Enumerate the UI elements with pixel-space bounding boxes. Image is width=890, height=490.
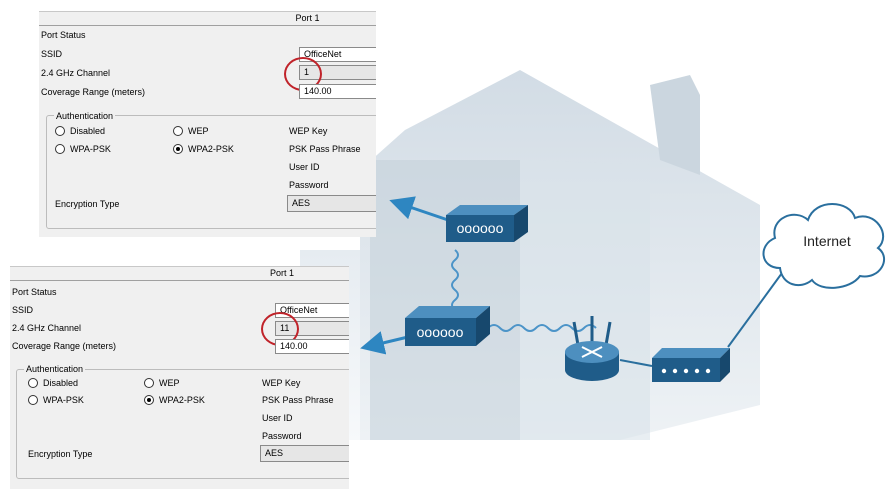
coverage-input[interactable]: 140.00 (275, 339, 349, 354)
encryption-type-label: Encryption Type (55, 199, 120, 209)
radio-disabled[interactable] (55, 126, 65, 136)
ssid-label: SSID (12, 305, 34, 315)
encryption-type-label: Encryption Type (28, 449, 93, 459)
user-id-label: User ID (289, 162, 320, 172)
user-id-label: User ID (262, 413, 293, 423)
wep-label: WEP (188, 126, 209, 136)
channel-label: 2.4 GHz Channel (41, 68, 111, 78)
access-point-1-icon: oooooo (446, 205, 528, 242)
svg-text:oooooo: oooooo (457, 220, 504, 236)
wpa2-psk-label: WPA2-PSK (188, 144, 234, 154)
radio-wpa-psk[interactable] (28, 395, 38, 405)
authentication-label: Authentication (54, 111, 116, 121)
svg-text:oooooo: oooooo (417, 324, 464, 340)
radio-disabled[interactable] (28, 378, 38, 388)
radio-wep[interactable] (173, 126, 183, 136)
wpa-psk-label: WPA-PSK (43, 395, 84, 405)
coverage-label: Coverage Range (meters) (41, 87, 146, 97)
port-status-label: Port Status (41, 30, 86, 40)
radio-wpa2-psk[interactable] (173, 144, 183, 154)
radio-wpa2-psk[interactable] (144, 395, 154, 405)
authentication-label: Authentication (24, 364, 86, 374)
wireless-config-panel-1: Port 1 Port Status SSID OfficeNet 2.4 GH… (39, 11, 376, 237)
port-header: Port 1 (239, 12, 376, 26)
channel-label: 2.4 GHz Channel (12, 323, 82, 333)
access-point-2-icon: oooooo (405, 306, 490, 346)
wep-key-label: WEP Key (262, 378, 301, 388)
wpa2-psk-label: WPA2-PSK (159, 395, 205, 405)
wireless-config-panel-2: Port 1 Port Status SSID OfficeNet 2.4 GH… (10, 266, 349, 489)
encryption-select[interactable]: AES (287, 195, 376, 212)
port-header: Port 1 (215, 267, 349, 281)
radio-wpa-psk[interactable] (55, 144, 65, 154)
password-label: Password (289, 180, 329, 190)
wpa-psk-label: WPA-PSK (70, 144, 111, 154)
disabled-label: Disabled (43, 378, 79, 388)
coverage-input[interactable]: 140.00 (299, 84, 376, 99)
ssid-label: SSID (41, 49, 63, 59)
wep-key-label: WEP Key (289, 126, 328, 136)
network-scene: oooooo oooooo Internet Port 1 Port Statu… (0, 0, 890, 490)
modem-icon (652, 348, 730, 382)
psk-pass-phrase-label: PSK Pass Phrase (262, 395, 334, 405)
internet-label: Internet (803, 233, 851, 249)
encryption-select[interactable]: AES (260, 445, 349, 462)
port-status-label: Port Status (12, 287, 57, 297)
radio-wep[interactable] (144, 378, 154, 388)
psk-pass-phrase-label: PSK Pass Phrase (289, 144, 361, 154)
coverage-label: Coverage Range (meters) (12, 341, 117, 351)
disabled-label: Disabled (70, 126, 106, 136)
password-label: Password (262, 431, 302, 441)
wep-label: WEP (159, 378, 180, 388)
